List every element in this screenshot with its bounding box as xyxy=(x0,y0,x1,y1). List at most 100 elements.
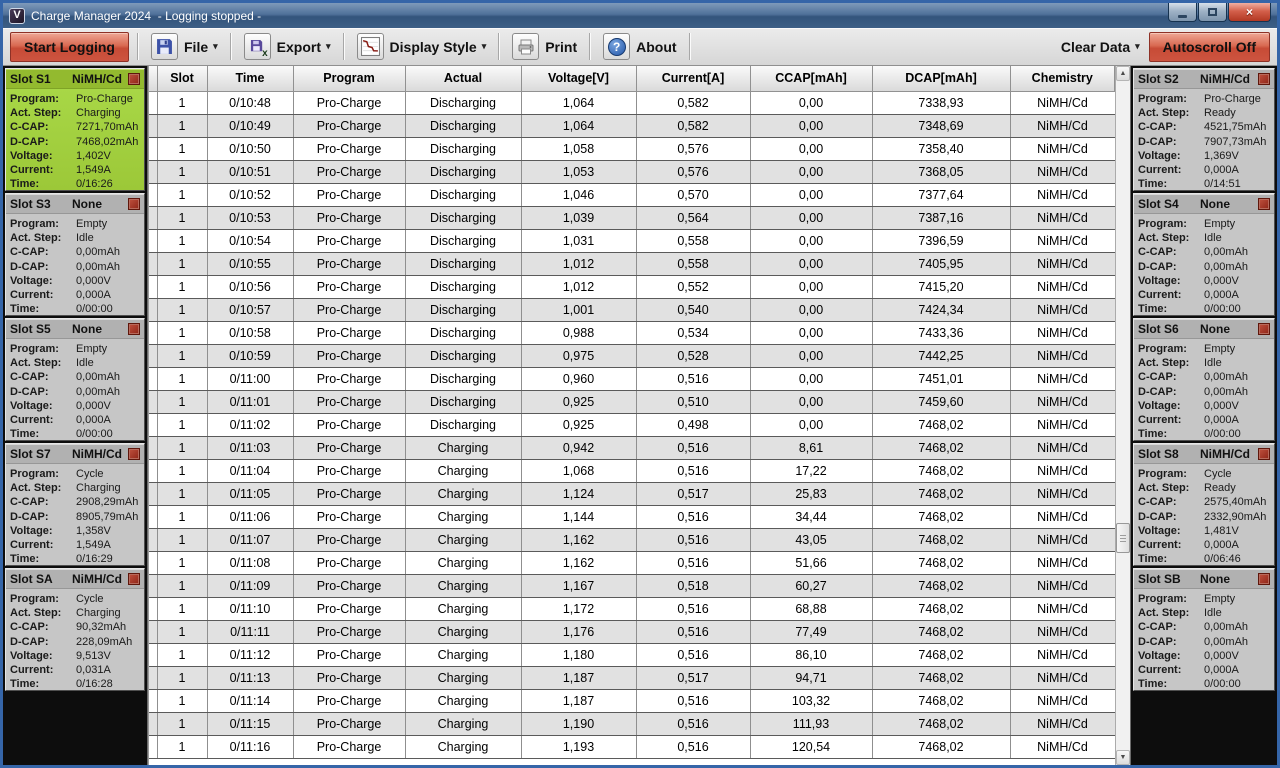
export-icon[interactable]: x xyxy=(244,33,271,60)
table-row[interactable]: 10/11:16Pro-ChargeCharging1,1930,516120,… xyxy=(149,735,1115,758)
table-row[interactable]: 10/10:57Pro-ChargeDischarging1,0010,5400… xyxy=(149,298,1115,321)
table-row[interactable]: 10/10:51Pro-ChargeDischarging1,0530,5760… xyxy=(149,160,1115,183)
save-file-icon[interactable] xyxy=(151,33,178,60)
table-row[interactable]: 10/11:11Pro-ChargeCharging1,1760,51677,4… xyxy=(149,620,1115,643)
start-logging-button[interactable]: Start Logging xyxy=(10,32,129,62)
maximize-button[interactable] xyxy=(1198,3,1227,22)
table-row[interactable]: 10/11:08Pro-ChargeCharging1,1620,51651,6… xyxy=(149,551,1115,574)
table-row[interactable]: 10/11:09Pro-ChargeCharging1,1670,51860,2… xyxy=(149,574,1115,597)
table-cell: Pro-Charge xyxy=(293,275,405,298)
slot-field-label: C-CAP: xyxy=(1138,370,1204,384)
table-row[interactable]: 10/11:05Pro-ChargeCharging1,1240,51725,8… xyxy=(149,482,1115,505)
table-cell: Discharging xyxy=(405,183,521,206)
table-cell: 1 xyxy=(157,367,207,390)
scrollbar-thumb[interactable] xyxy=(1116,523,1130,553)
table-cell: 7468,02 xyxy=(872,620,1010,643)
scroll-up-arrow-icon[interactable]: ▲ xyxy=(1116,66,1130,81)
table-cell: 7468,02 xyxy=(872,666,1010,689)
slot-stop-button-icon[interactable] xyxy=(128,323,140,335)
chart-style-icon[interactable] xyxy=(357,33,384,60)
table-cell: 94,71 xyxy=(750,666,872,689)
column-header-currenta[interactable]: Current[A] xyxy=(636,66,750,91)
help-icon[interactable]: ? xyxy=(603,33,630,60)
export-label: Export xyxy=(277,39,321,55)
display-style-button[interactable]: Display Style ▾ xyxy=(353,32,491,61)
slot-stop-button-icon[interactable] xyxy=(1258,573,1270,585)
table-row[interactable]: 10/11:01Pro-ChargeDischarging0,9250,5100… xyxy=(149,390,1115,413)
table-row[interactable]: 10/11:07Pro-ChargeCharging1,1620,51643,0… xyxy=(149,528,1115,551)
slot-name: Slot S7 xyxy=(10,447,72,461)
column-header-dcapmah[interactable]: DCAP[mAh] xyxy=(872,66,1010,91)
table-cell: Charging xyxy=(405,666,521,689)
column-header-program[interactable]: Program xyxy=(293,66,405,91)
slot-field-row: Program:Cycle xyxy=(10,592,140,606)
slot-body: Program:CycleAct. Step:ChargingC-CAP:90,… xyxy=(6,589,144,691)
slot-field-label: Program: xyxy=(10,592,76,606)
table-cell: 0,00 xyxy=(750,183,872,206)
table-row[interactable]: 10/11:13Pro-ChargeCharging1,1870,51794,7… xyxy=(149,666,1115,689)
table-cell: 0/11:16 xyxy=(207,735,293,758)
slot-stop-button-icon[interactable] xyxy=(128,448,140,460)
column-header-actual[interactable]: Actual xyxy=(405,66,521,91)
table-row[interactable]: 10/11:04Pro-ChargeCharging1,0680,51617,2… xyxy=(149,459,1115,482)
slot-field-value: 0,00mAh xyxy=(76,370,120,384)
table-row[interactable]: 10/10:59Pro-ChargeDischarging0,9750,5280… xyxy=(149,344,1115,367)
table-row[interactable]: 10/10:58Pro-ChargeDischarging0,9880,5340… xyxy=(149,321,1115,344)
table-row[interactable]: 10/10:52Pro-ChargeDischarging1,0460,5700… xyxy=(149,183,1115,206)
table-row[interactable]: 10/10:49Pro-ChargeDischarging1,0640,5820… xyxy=(149,114,1115,137)
table-row[interactable]: 10/11:00Pro-ChargeDischarging0,9600,5160… xyxy=(149,367,1115,390)
table-row[interactable]: 10/10:50Pro-ChargeDischarging1,0580,5760… xyxy=(149,137,1115,160)
table-cell: NiMH/Cd xyxy=(1010,298,1115,321)
column-header-time[interactable]: Time xyxy=(207,66,293,91)
table-cell: 0,516 xyxy=(636,505,750,528)
table-cell: Charging xyxy=(405,551,521,574)
row-selector-cell xyxy=(149,712,157,735)
table-cell: Charging xyxy=(405,459,521,482)
slot-stop-button-icon[interactable] xyxy=(1258,198,1270,210)
scroll-down-arrow-icon[interactable]: ▼ xyxy=(1116,750,1130,765)
slot-stop-button-icon[interactable] xyxy=(128,573,140,585)
table-cell: NiMH/Cd xyxy=(1010,137,1115,160)
export-button[interactable]: x Export ▾ xyxy=(240,32,335,61)
minimize-button[interactable] xyxy=(1168,3,1197,22)
slot-stop-button-icon[interactable] xyxy=(128,73,140,85)
scrollbar-track[interactable] xyxy=(1116,81,1130,750)
column-header-ccapmah[interactable]: CCAP[mAh] xyxy=(750,66,872,91)
clear-data-button[interactable]: Clear Data ▾ xyxy=(1057,38,1144,56)
slot-field-value: Cycle xyxy=(1204,467,1232,481)
file-button[interactable]: File ▾ xyxy=(147,32,222,61)
table-row[interactable]: 10/11:14Pro-ChargeCharging1,1870,516103,… xyxy=(149,689,1115,712)
slot-stop-button-icon[interactable] xyxy=(1258,323,1270,335)
print-button[interactable]: Print xyxy=(508,32,581,61)
close-button[interactable]: × xyxy=(1228,3,1271,22)
about-button[interactable]: ? About xyxy=(599,32,680,61)
slot-field-value: 0,000A xyxy=(1204,413,1239,427)
table-row[interactable]: 10/10:53Pro-ChargeDischarging1,0390,5640… xyxy=(149,206,1115,229)
table-cell: Pro-Charge xyxy=(293,459,405,482)
slot-field-row: D-CAP:7468,02mAh xyxy=(10,135,140,149)
table-row[interactable]: 10/11:15Pro-ChargeCharging1,1900,516111,… xyxy=(149,712,1115,735)
table-scrollbar[interactable]: ▲ ▼ xyxy=(1115,66,1130,765)
table-row[interactable]: 10/10:48Pro-ChargeDischarging1,0640,5820… xyxy=(149,91,1115,114)
slot-field-value: 2575,40mAh xyxy=(1204,495,1266,509)
table-row[interactable]: 10/11:10Pro-ChargeCharging1,1720,51668,8… xyxy=(149,597,1115,620)
slot-field-value: 0,00mAh xyxy=(1204,385,1248,399)
column-header-slot[interactable]: Slot xyxy=(157,66,207,91)
column-header-chemistry[interactable]: Chemistry xyxy=(1010,66,1115,91)
table-row[interactable]: 10/11:03Pro-ChargeCharging0,9420,5168,61… xyxy=(149,436,1115,459)
table-row[interactable]: 10/10:54Pro-ChargeDischarging1,0310,5580… xyxy=(149,229,1115,252)
autoscroll-button[interactable]: Autoscroll Off xyxy=(1149,32,1270,62)
table-cell: 0/11:02 xyxy=(207,413,293,436)
slot-stop-button-icon[interactable] xyxy=(128,198,140,210)
table-row[interactable]: 10/11:02Pro-ChargeDischarging0,9250,4980… xyxy=(149,413,1115,436)
table-row[interactable]: 10/10:55Pro-ChargeDischarging1,0120,5580… xyxy=(149,252,1115,275)
column-header-voltagev[interactable]: Voltage[V] xyxy=(521,66,636,91)
table-row[interactable]: 10/11:06Pro-ChargeCharging1,1440,51634,4… xyxy=(149,505,1115,528)
printer-icon[interactable] xyxy=(512,33,539,60)
slot-stop-button-icon[interactable] xyxy=(1258,73,1270,85)
table-row[interactable]: 10/11:12Pro-ChargeCharging1,1800,51686,1… xyxy=(149,643,1115,666)
table-cell: 51,66 xyxy=(750,551,872,574)
table-row[interactable]: 10/10:56Pro-ChargeDischarging1,0120,5520… xyxy=(149,275,1115,298)
slot-field-row: Act. Step:Idle xyxy=(1138,231,1270,245)
slot-stop-button-icon[interactable] xyxy=(1258,448,1270,460)
